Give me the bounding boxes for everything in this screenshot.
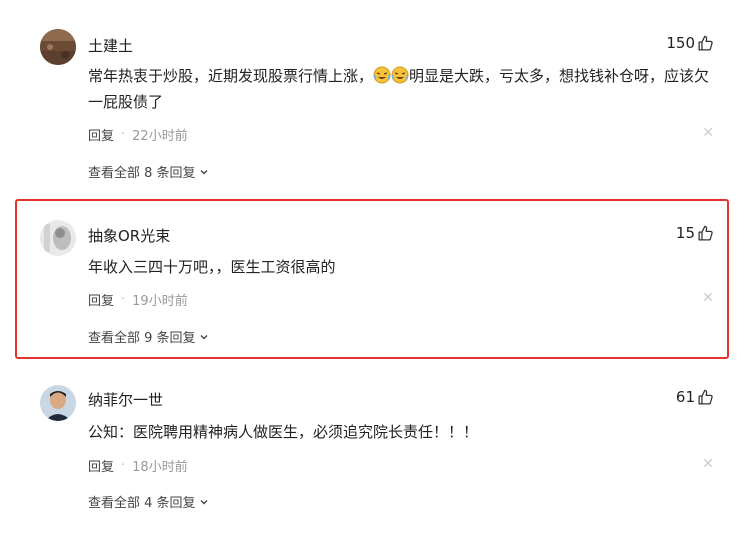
timestamp: 19小时前	[132, 294, 188, 309]
like-count: 15	[675, 224, 695, 242]
reply-button[interactable]: 回复	[88, 290, 114, 309]
comment-meta: 回复 · 18小时前	[88, 456, 188, 475]
comment-meta: 回复 · 22小时前	[88, 125, 188, 144]
view-all-replies-button[interactable]: 查看全部 8 条回复	[88, 162, 209, 181]
thumbs-up-icon	[698, 225, 713, 241]
like-button[interactable]: 15	[676, 224, 714, 242]
close-icon[interactable]: ✕	[702, 290, 714, 306]
comment-author[interactable]: 土建土	[88, 35, 133, 56]
crying-laughing-emoji-icon	[373, 66, 409, 85]
reply-button[interactable]: 回复	[88, 125, 114, 144]
like-count: 61	[675, 388, 695, 406]
timestamp: 22小时前	[132, 129, 188, 144]
close-icon[interactable]: ✕	[702, 456, 714, 472]
like-count: 150	[666, 34, 695, 52]
comment-content: 公知：医院聘用精神病人做医生，必须追究院长责任！！！	[88, 423, 479, 441]
separator-dot: ·	[121, 292, 126, 307]
like-button[interactable]: 150	[666, 34, 714, 52]
comment-meta: 回复 · 19小时前	[88, 290, 188, 309]
comment-content: 常年热衷于炒股，近期发现股票行情上涨， 明显是大跌，亏太多，想找钱补仓呀，应该欠一…	[88, 63, 713, 115]
avatar[interactable]	[40, 220, 76, 256]
view-all-label: 查看全部 9 条回复	[88, 331, 196, 346]
comment-text: 常年热衷于炒股，近期发现股票行情上涨，	[88, 67, 374, 85]
thumbs-up-icon	[698, 35, 713, 51]
view-all-replies-button[interactable]: 查看全部 4 条回复	[88, 492, 209, 511]
separator-dot: ·	[121, 458, 126, 473]
chevron-down-icon	[200, 499, 208, 504]
avatar[interactable]	[40, 385, 76, 421]
comment-author[interactable]: 纳菲尔一世	[88, 389, 163, 410]
close-icon[interactable]: ✕	[702, 125, 714, 141]
avatar[interactable]	[40, 29, 76, 65]
comment-author[interactable]: 抽象OR光束	[88, 225, 170, 246]
view-all-replies-button[interactable]: 查看全部 9 条回复	[88, 327, 209, 346]
chevron-down-icon	[200, 334, 208, 339]
view-all-label: 查看全部 8 条回复	[88, 166, 196, 181]
view-all-label: 查看全部 4 条回复	[88, 496, 196, 511]
thumbs-up-icon	[698, 389, 713, 405]
separator-dot: ·	[121, 127, 126, 142]
reply-button[interactable]: 回复	[88, 456, 114, 475]
chevron-down-icon	[200, 169, 208, 174]
timestamp: 18小时前	[132, 460, 188, 475]
like-button[interactable]: 61	[676, 388, 714, 406]
comment-content: 年收入三四十万吧，，医生工资很高的	[88, 258, 336, 276]
